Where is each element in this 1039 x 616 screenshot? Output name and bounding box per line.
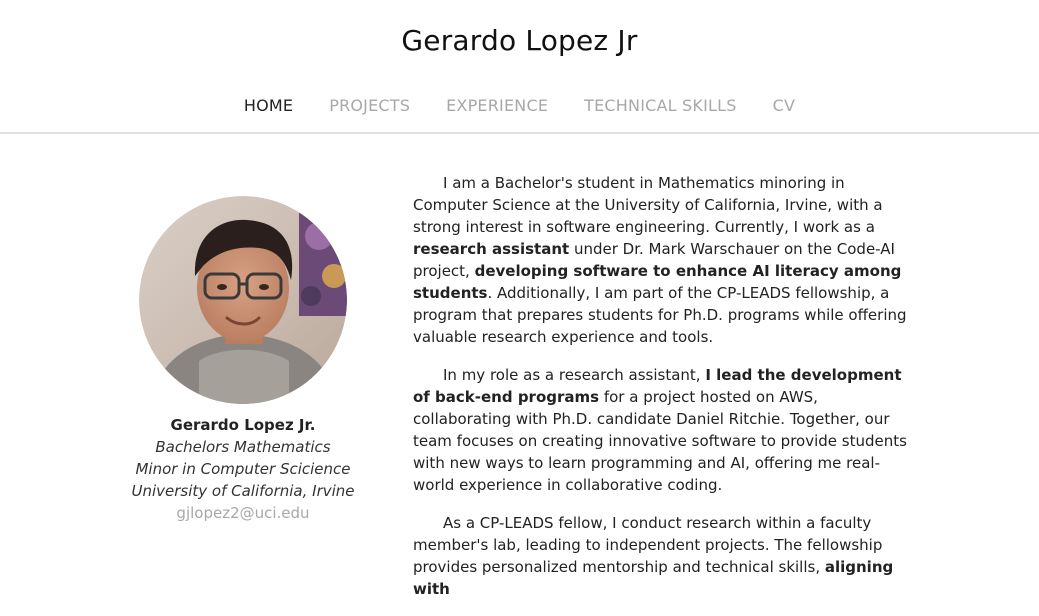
profile-university: University of California, Irvine bbox=[131, 482, 355, 500]
profile-minor: Minor in Computer Scicience bbox=[135, 460, 351, 478]
nav-link-projects[interactable]: PROJECTS bbox=[329, 96, 410, 115]
nav-item-home: HOME bbox=[244, 96, 293, 115]
nav-link-cv[interactable]: CV bbox=[773, 96, 796, 115]
bio-paragraph-3: As a CP-LEADS fellow, I conduct research… bbox=[413, 512, 915, 600]
profile-name: Gerardo Lopez Jr. bbox=[170, 416, 316, 434]
bio-text: . Additionally, I am part of the CP-LEAD… bbox=[413, 284, 907, 346]
bio-text: As a CP-LEADS fellow, I conduct research… bbox=[413, 514, 883, 576]
bio-text: I am a Bachelor's student in Mathematics… bbox=[413, 174, 883, 236]
nav-item-technical-skills: TECHNICAL SKILLS bbox=[584, 96, 736, 115]
nav-link-experience[interactable]: EXPERIENCE bbox=[446, 96, 548, 115]
nav-item-experience: EXPERIENCE bbox=[446, 96, 548, 115]
nav-item-cv: CV bbox=[773, 96, 796, 115]
profile-degree: Bachelors Mathematics bbox=[155, 438, 331, 456]
profile-email-link[interactable]: gjlopez2@uci.edu bbox=[176, 504, 309, 522]
site-title: Gerardo Lopez Jr bbox=[401, 24, 638, 57]
bio-paragraph-1: I am a Bachelor's student in Mathematics… bbox=[413, 172, 915, 348]
main-nav: HOME PROJECTS EXPERIENCE TECHNICAL SKILL… bbox=[0, 96, 1039, 115]
nav-item-projects: PROJECTS bbox=[329, 96, 410, 115]
bio-highlight: research assistant bbox=[413, 240, 570, 258]
nav-link-technical-skills[interactable]: TECHNICAL SKILLS bbox=[584, 96, 736, 115]
bio-text: In my role as a research assistant, bbox=[443, 366, 706, 384]
site-header: Gerardo Lopez Jr HOME PROJECTS EXPERIENC… bbox=[0, 0, 1039, 134]
bio-section: I am a Bachelor's student in Mathematics… bbox=[413, 172, 915, 616]
bio-paragraph-2: In my role as a research assistant, I le… bbox=[413, 364, 915, 496]
profile-photo bbox=[139, 196, 347, 404]
profile-card: Gerardo Lopez Jr. Bachelors Mathematics … bbox=[118, 196, 368, 524]
nav-link-home[interactable]: HOME bbox=[244, 96, 293, 115]
